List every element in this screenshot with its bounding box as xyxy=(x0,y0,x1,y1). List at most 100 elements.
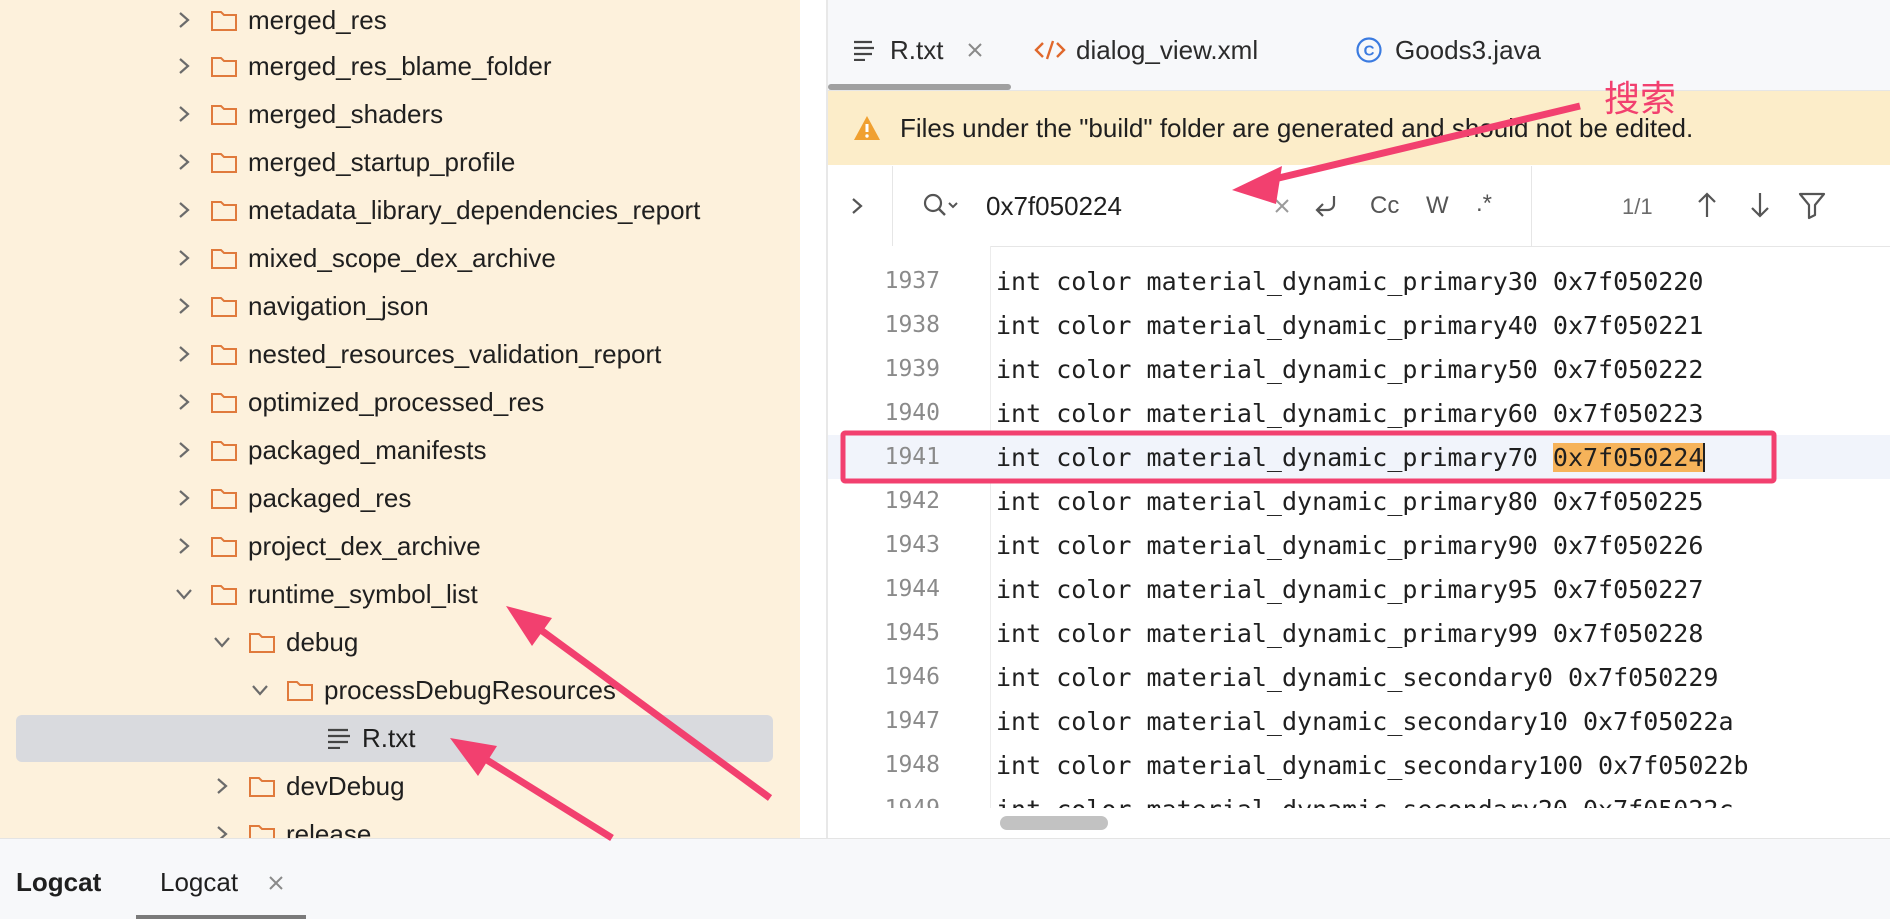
whole-words-toggle[interactable]: W xyxy=(1426,192,1449,220)
tool-window-title: Logcat xyxy=(16,867,102,897)
code-text: int color material_dynamic_secondary10 0… xyxy=(996,706,1734,736)
tree-item-optimized-processed-res[interactable]: optimized_processed_res xyxy=(0,378,800,426)
chevron-right-icon[interactable] xyxy=(172,438,196,462)
tree-item-label: optimized_processed_res xyxy=(248,386,545,417)
tab-label: Goods3.java xyxy=(1395,34,1541,65)
line-number: 1947 xyxy=(884,708,940,734)
tree-item-label: project_dex_archive xyxy=(248,530,481,561)
code-line[interactable]: 1947 int color material_dynamic_secondar… xyxy=(828,699,1890,743)
search-history-icon[interactable] xyxy=(922,192,960,220)
chevron-right-icon[interactable] xyxy=(172,198,196,222)
code-line[interactable]: 1946 int color material_dynamic_secondar… xyxy=(828,655,1890,699)
tree-item-metadata-library-dependencies-report[interactable]: metadata_library_dependencies_report xyxy=(0,186,800,234)
line-number: 1941 xyxy=(884,444,940,470)
code-line[interactable]: 1938 int color material_dynamic_primary4… xyxy=(828,303,1890,347)
new-line-icon[interactable] xyxy=(1312,192,1342,220)
tab-dialog-view-xml[interactable]: dialog_view.xml xyxy=(1034,26,1258,74)
code-line[interactable]: 1937 int color material_dynamic_primary3… xyxy=(828,259,1890,303)
editor-tab-bar: R.txt dialog_view.xml C Goods3.java xyxy=(828,0,1890,91)
tree-item-packaged-manifests[interactable]: packaged_manifests xyxy=(0,426,800,474)
tree-item-label: packaged_res xyxy=(248,482,412,513)
chevron-right-icon[interactable] xyxy=(172,486,196,510)
chevron-right-icon[interactable] xyxy=(172,150,196,174)
close-icon[interactable] xyxy=(268,875,284,891)
tree-item-label: processDebugResources xyxy=(324,674,616,705)
code-line[interactable]: 1940 int color material_dynamic_primary6… xyxy=(828,391,1890,435)
chevron-right-icon[interactable] xyxy=(172,102,196,126)
code-line[interactable]: 1944 int color material_dynamic_primary9… xyxy=(828,567,1890,611)
folder-icon xyxy=(211,249,237,269)
clear-search-icon[interactable] xyxy=(1274,198,1290,214)
text-file-icon xyxy=(328,728,350,749)
chevron-right-icon[interactable] xyxy=(210,822,234,838)
tab-goods3-java[interactable]: C Goods3.java xyxy=(1355,26,1541,74)
code-text: int color material_dynamic_primary70 0x7… xyxy=(996,442,1706,472)
chevron-right-icon[interactable] xyxy=(172,54,196,78)
tab-logcat[interactable]: Logcat xyxy=(160,867,238,898)
folder-icon xyxy=(211,441,237,461)
code-line[interactable]: 1943 int color material_dynamic_primary9… xyxy=(828,523,1890,567)
tree-item-release[interactable]: release xyxy=(0,810,800,838)
tree-item-navigation-json[interactable]: navigation_json xyxy=(0,282,800,330)
code-text: int color material_dynamic_primary99 0x7… xyxy=(996,618,1704,648)
tree-item-dev-debug[interactable]: devDebug xyxy=(0,762,800,810)
tree-item-merged-shaders[interactable]: merged_shaders xyxy=(0,90,800,138)
code-line[interactable]: 1945 int color material_dynamic_primary9… xyxy=(828,611,1890,655)
chevron-right-icon[interactable] xyxy=(172,390,196,414)
line-number: 1948 xyxy=(884,752,940,778)
code-line[interactable]: 1939 int color material_dynamic_primary5… xyxy=(828,347,1890,391)
line-number: 1946 xyxy=(884,664,940,690)
code-prefix: int color material_dynamic_primary70 xyxy=(996,442,1553,472)
horizontal-scrollbar[interactable] xyxy=(1000,816,1108,830)
tab-label: R.txt xyxy=(890,34,944,65)
tree-item-label: packaged_manifests xyxy=(248,434,487,465)
folder-icon xyxy=(211,57,237,77)
tree-item-nested-resources-validation-report[interactable]: nested_resources_validation_report xyxy=(0,330,800,378)
tree-item-merged-res[interactable]: merged_res xyxy=(0,0,800,44)
tree-item-label: release xyxy=(286,818,372,839)
active-tab-indicator xyxy=(136,915,306,919)
match-count: 1/1 xyxy=(1622,194,1653,219)
code-line[interactable]: 1942 int color material_dynamic_primary8… xyxy=(828,479,1890,523)
arrow-up-icon[interactable] xyxy=(1696,190,1718,220)
chevron-right-icon[interactable] xyxy=(172,534,196,558)
code-line[interactable]: 1948 int color material_dynamic_secondar… xyxy=(828,743,1890,787)
find-bar: Cc W .* 1/1 xyxy=(828,166,1890,247)
chevron-right-icon[interactable] xyxy=(172,246,196,270)
folder-icon xyxy=(211,489,237,509)
project-tree: merged_res merged_res_blame_folder merge… xyxy=(0,0,800,838)
code-text: int color material_dynamic_primary60 0x7… xyxy=(996,398,1704,428)
current-code-line[interactable]: 1941 int color material_dynamic_primary7… xyxy=(828,435,1890,479)
chevron-right-icon[interactable] xyxy=(210,774,234,798)
chevron-right-icon[interactable] xyxy=(172,342,196,366)
tree-item-r-txt[interactable]: R.txt xyxy=(0,714,800,762)
filter-icon[interactable] xyxy=(1798,190,1826,220)
tree-item-runtime-symbol-list[interactable]: runtime_symbol_list xyxy=(0,570,800,618)
chevron-right-icon[interactable] xyxy=(172,294,196,318)
tree-item-packaged-res[interactable]: packaged_res xyxy=(0,474,800,522)
tree-item-project-dex-archive[interactable]: project_dex_archive xyxy=(0,522,800,570)
code-text: int color material_dynamic_primary80 0x7… xyxy=(996,486,1704,516)
line-number: 1938 xyxy=(884,312,940,338)
tree-item-debug[interactable]: debug xyxy=(0,618,800,666)
tree-item-label: navigation_json xyxy=(248,290,429,321)
arrow-down-icon[interactable] xyxy=(1749,190,1771,220)
chevron-down-icon[interactable] xyxy=(172,582,196,606)
tree-item-mixed-scope-dex-archive[interactable]: mixed_scope_dex_archive xyxy=(0,234,800,282)
folder-icon xyxy=(211,105,237,125)
search-input[interactable] xyxy=(984,186,1248,226)
tree-item-merged-startup-profile[interactable]: merged_startup_profile xyxy=(0,138,800,186)
match-case-toggle[interactable]: Cc xyxy=(1370,192,1399,220)
editor-panel: R.txt dialog_view.xml C Goods3.java File… xyxy=(828,0,1890,838)
chevron-down-icon[interactable] xyxy=(248,678,272,702)
chevron-right-icon[interactable] xyxy=(172,8,196,32)
tree-item-merged-res-blame-folder[interactable]: merged_res_blame_folder xyxy=(0,42,800,90)
folder-icon xyxy=(249,777,275,797)
chevron-right-icon[interactable] xyxy=(850,196,864,216)
close-icon[interactable] xyxy=(967,42,983,58)
tree-item-process-debug-resources[interactable]: processDebugResources xyxy=(0,666,800,714)
chevron-down-icon[interactable] xyxy=(210,630,234,654)
code-text: int color material_dynamic_primary30 0x7… xyxy=(996,266,1704,296)
tab-r-txt[interactable]: R.txt xyxy=(852,26,983,74)
regex-toggle[interactable]: .* xyxy=(1476,190,1492,218)
